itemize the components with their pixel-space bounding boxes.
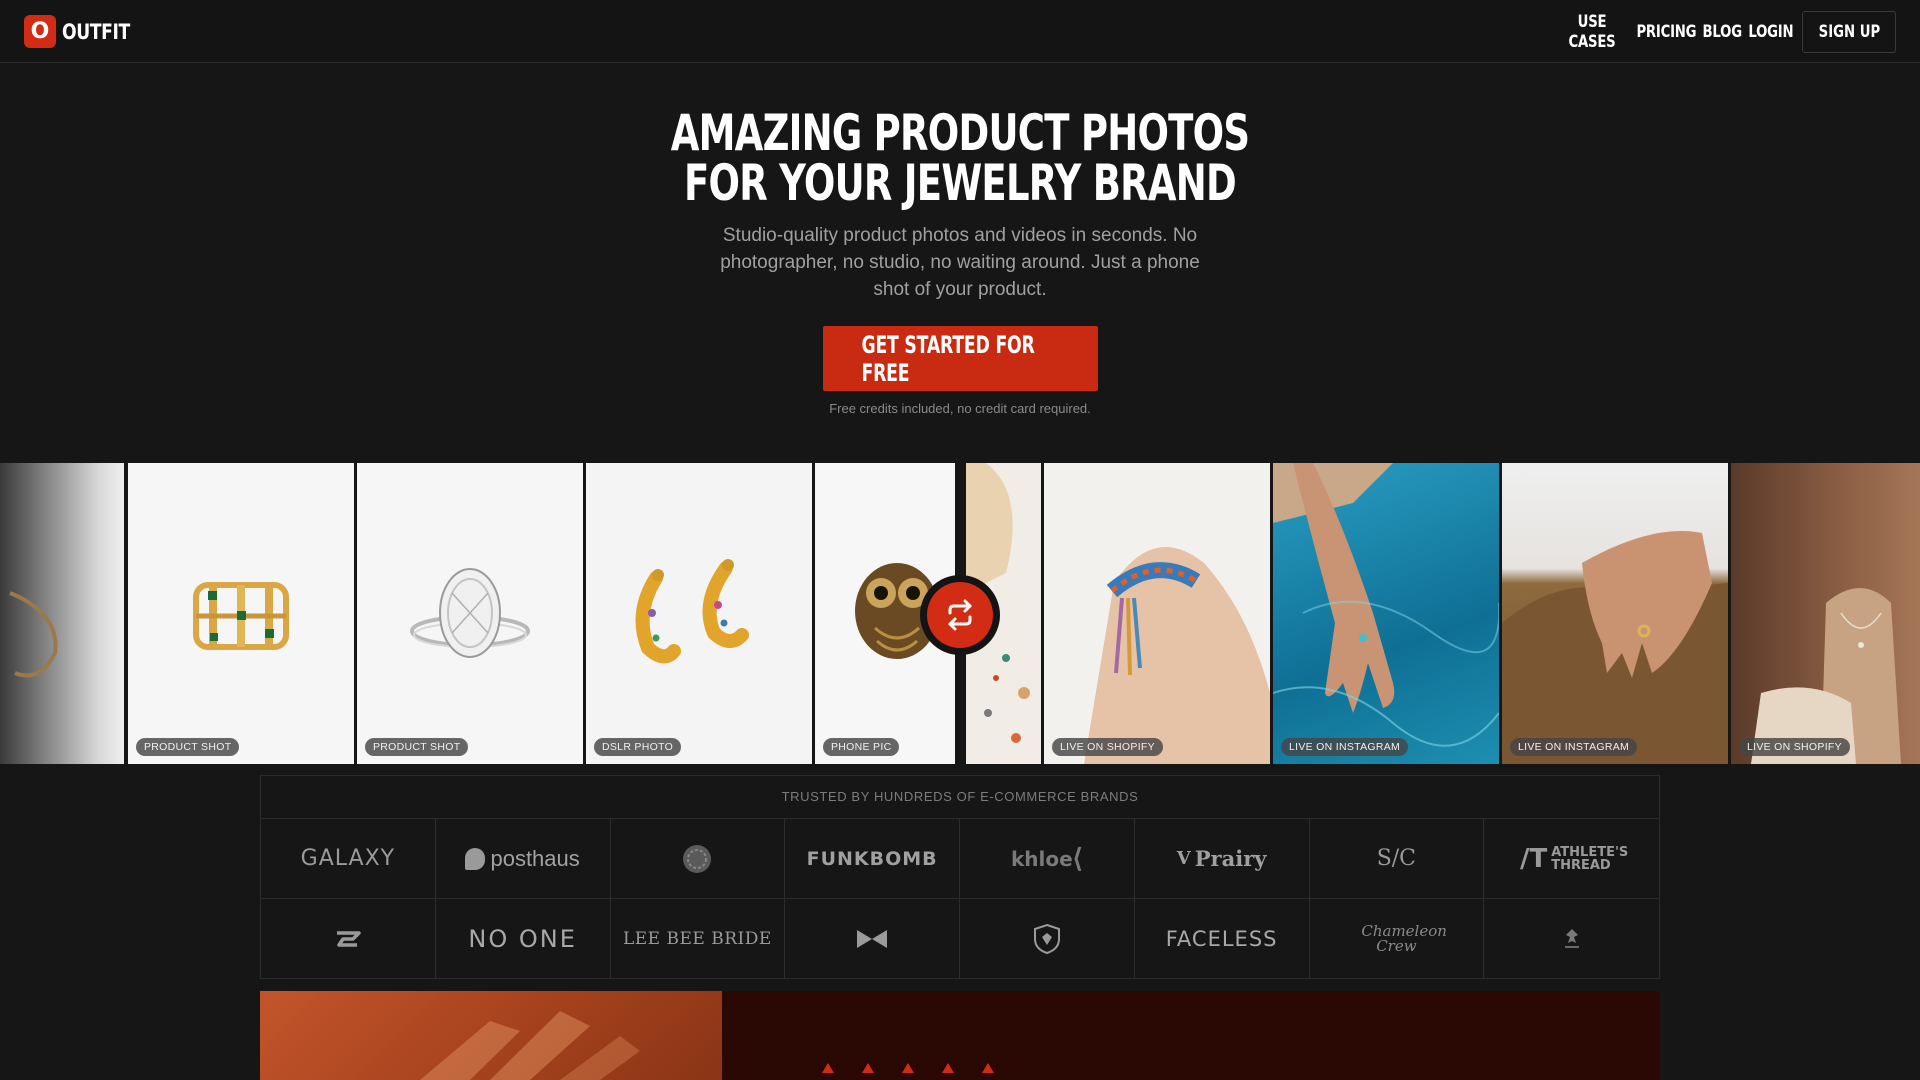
athletes-thread-logo: /T ATHLETE'S THREAD xyxy=(1484,819,1659,899)
star-icon xyxy=(902,1063,914,1073)
testimonial-image xyxy=(260,991,722,1080)
carousel-card: DSLR PHOTO xyxy=(586,463,812,764)
prairy-v-mark-icon: V xyxy=(1176,848,1191,869)
card-badge: PRODUCT SHOT xyxy=(365,738,469,756)
logo-text: OUTFIT xyxy=(62,19,130,44)
crest-small-icon xyxy=(1564,929,1579,948)
carousel-card: LIVE ON INSTAGRAM xyxy=(1273,463,1499,764)
card-badge: PHONE PIC xyxy=(823,738,900,756)
hand-in-pool-image xyxy=(1273,463,1499,747)
star-icon xyxy=(862,1063,874,1073)
funkbomb-logo: FUNKBOMB xyxy=(785,819,960,899)
nav-link-use-cases[interactable]: USE CASES xyxy=(1552,12,1632,52)
carousel-card: PRODUCT SHOT xyxy=(357,463,583,764)
cta-note: Free credits included, no credit card re… xyxy=(829,401,1091,416)
khloe-k-mark-icon: ⟨ xyxy=(1072,843,1083,873)
swoosh-icon xyxy=(336,931,361,947)
galaxy-logo: GALAXY xyxy=(261,819,436,899)
diamond-ring-image xyxy=(410,568,530,658)
shadow-pattern-image xyxy=(420,1011,640,1080)
posthaus-mark-icon xyxy=(465,847,486,870)
star-icon xyxy=(822,1063,834,1073)
brand-logo[interactable]: O OUTFIT xyxy=(24,15,145,48)
nav-link-pricing[interactable]: PRICING xyxy=(1632,22,1700,42)
rating-stars xyxy=(822,1063,994,1073)
nav-link-blog[interactable]: BLOG xyxy=(1700,22,1744,42)
carousel-card: LIVE ON INSTAGRAM xyxy=(1502,463,1728,764)
card-badge: LIVE ON SHOPIFY xyxy=(1052,738,1163,756)
bowtie-icon xyxy=(857,930,888,948)
gold-cage-ring-image xyxy=(193,582,289,650)
carousel-card: LIVE ON SHOPIFY xyxy=(1044,463,1270,764)
swap-arrows-icon xyxy=(948,599,972,631)
swoosh-logo xyxy=(261,899,436,979)
trusted-brands-section: TRUSTED BY HUNDREDS OF E-COMMERCE BRANDS… xyxy=(260,775,1660,979)
shield-crest-logo xyxy=(960,899,1135,979)
carousel-card: PRODUCT SHOT xyxy=(128,463,354,764)
signup-button[interactable]: SIGN UP xyxy=(1802,11,1896,53)
before-after-carousel[interactable]: PRODUCT SHOT PRODUCT SHOT DSLR PHOTO PHO… xyxy=(0,463,1920,764)
round-emblem-icon xyxy=(683,844,712,873)
shield-crest-icon xyxy=(1033,923,1060,955)
sc-logo: S/C xyxy=(1309,819,1485,899)
trusted-heading: TRUSTED BY HUNDREDS OF E-COMMERCE BRANDS xyxy=(261,776,1659,819)
woven-bracelet-image xyxy=(1084,547,1270,764)
hero-subtitle: Studio-quality product photos and videos… xyxy=(720,225,1200,300)
lee-bee-bride-logo: LEE BEE BRIDE xyxy=(611,899,786,979)
bowtie-logo xyxy=(785,899,960,979)
khloe-logo: khloe ⟨ xyxy=(960,819,1135,899)
card-badge: PRODUCT SHOT xyxy=(136,738,240,756)
card-badge: LIVE ON INSTAGRAM xyxy=(1510,738,1638,756)
card-badge: LIVE ON INSTAGRAM xyxy=(1281,738,1409,756)
hand-on-rock-image xyxy=(1502,531,1728,764)
star-icon xyxy=(982,1063,994,1073)
get-started-button[interactable]: GET STARTED FOR FREE xyxy=(823,326,1098,391)
faceless-logo: FACELESS xyxy=(1135,899,1310,979)
carousel-card-partial-left xyxy=(0,463,124,764)
nav-link-login[interactable]: LOGIN xyxy=(1744,22,1798,42)
posthaus-logo: posthaus xyxy=(435,819,611,899)
gold-hoop-earrings-image xyxy=(635,559,749,664)
hero-title: AMAZING PRODUCT PHOTOS FOR YOUR JEWELRY … xyxy=(670,104,1250,212)
ring-partial-image xyxy=(9,591,58,678)
star-icon xyxy=(942,1063,954,1073)
card-badge: DSLR PHOTO xyxy=(594,738,682,756)
top-nav: O OUTFIT USE CASES PRICING BLOG LOGIN SI… xyxy=(0,0,1920,63)
necklace-on-stone-image xyxy=(1751,588,1901,764)
prairy-logo: V Prairy xyxy=(1134,819,1310,899)
chameleon-crew-logo: Chameleon Crew xyxy=(1310,899,1485,979)
brand-logo-grid: GALAXY posthaus FUNKBOMB khloe ⟨ V Prairy … xyxy=(261,819,1659,979)
compare-swap-button[interactable] xyxy=(920,575,1000,655)
testimonial-panel xyxy=(722,991,1660,1080)
athletes-thread-mark-icon: /T xyxy=(1520,843,1548,874)
carousel-card: LIVE ON SHOPIFY xyxy=(1731,463,1920,764)
logo-mark-icon: O xyxy=(24,15,56,48)
no-one-logo: NO ONE xyxy=(436,899,611,979)
round-emblem-logo xyxy=(610,819,786,899)
crest-small-logo xyxy=(1484,899,1659,979)
nav-links: USE CASES PRICING BLOG LOGIN SIGN UP xyxy=(1552,11,1896,53)
card-badge: LIVE ON SHOPIFY xyxy=(1739,738,1850,756)
